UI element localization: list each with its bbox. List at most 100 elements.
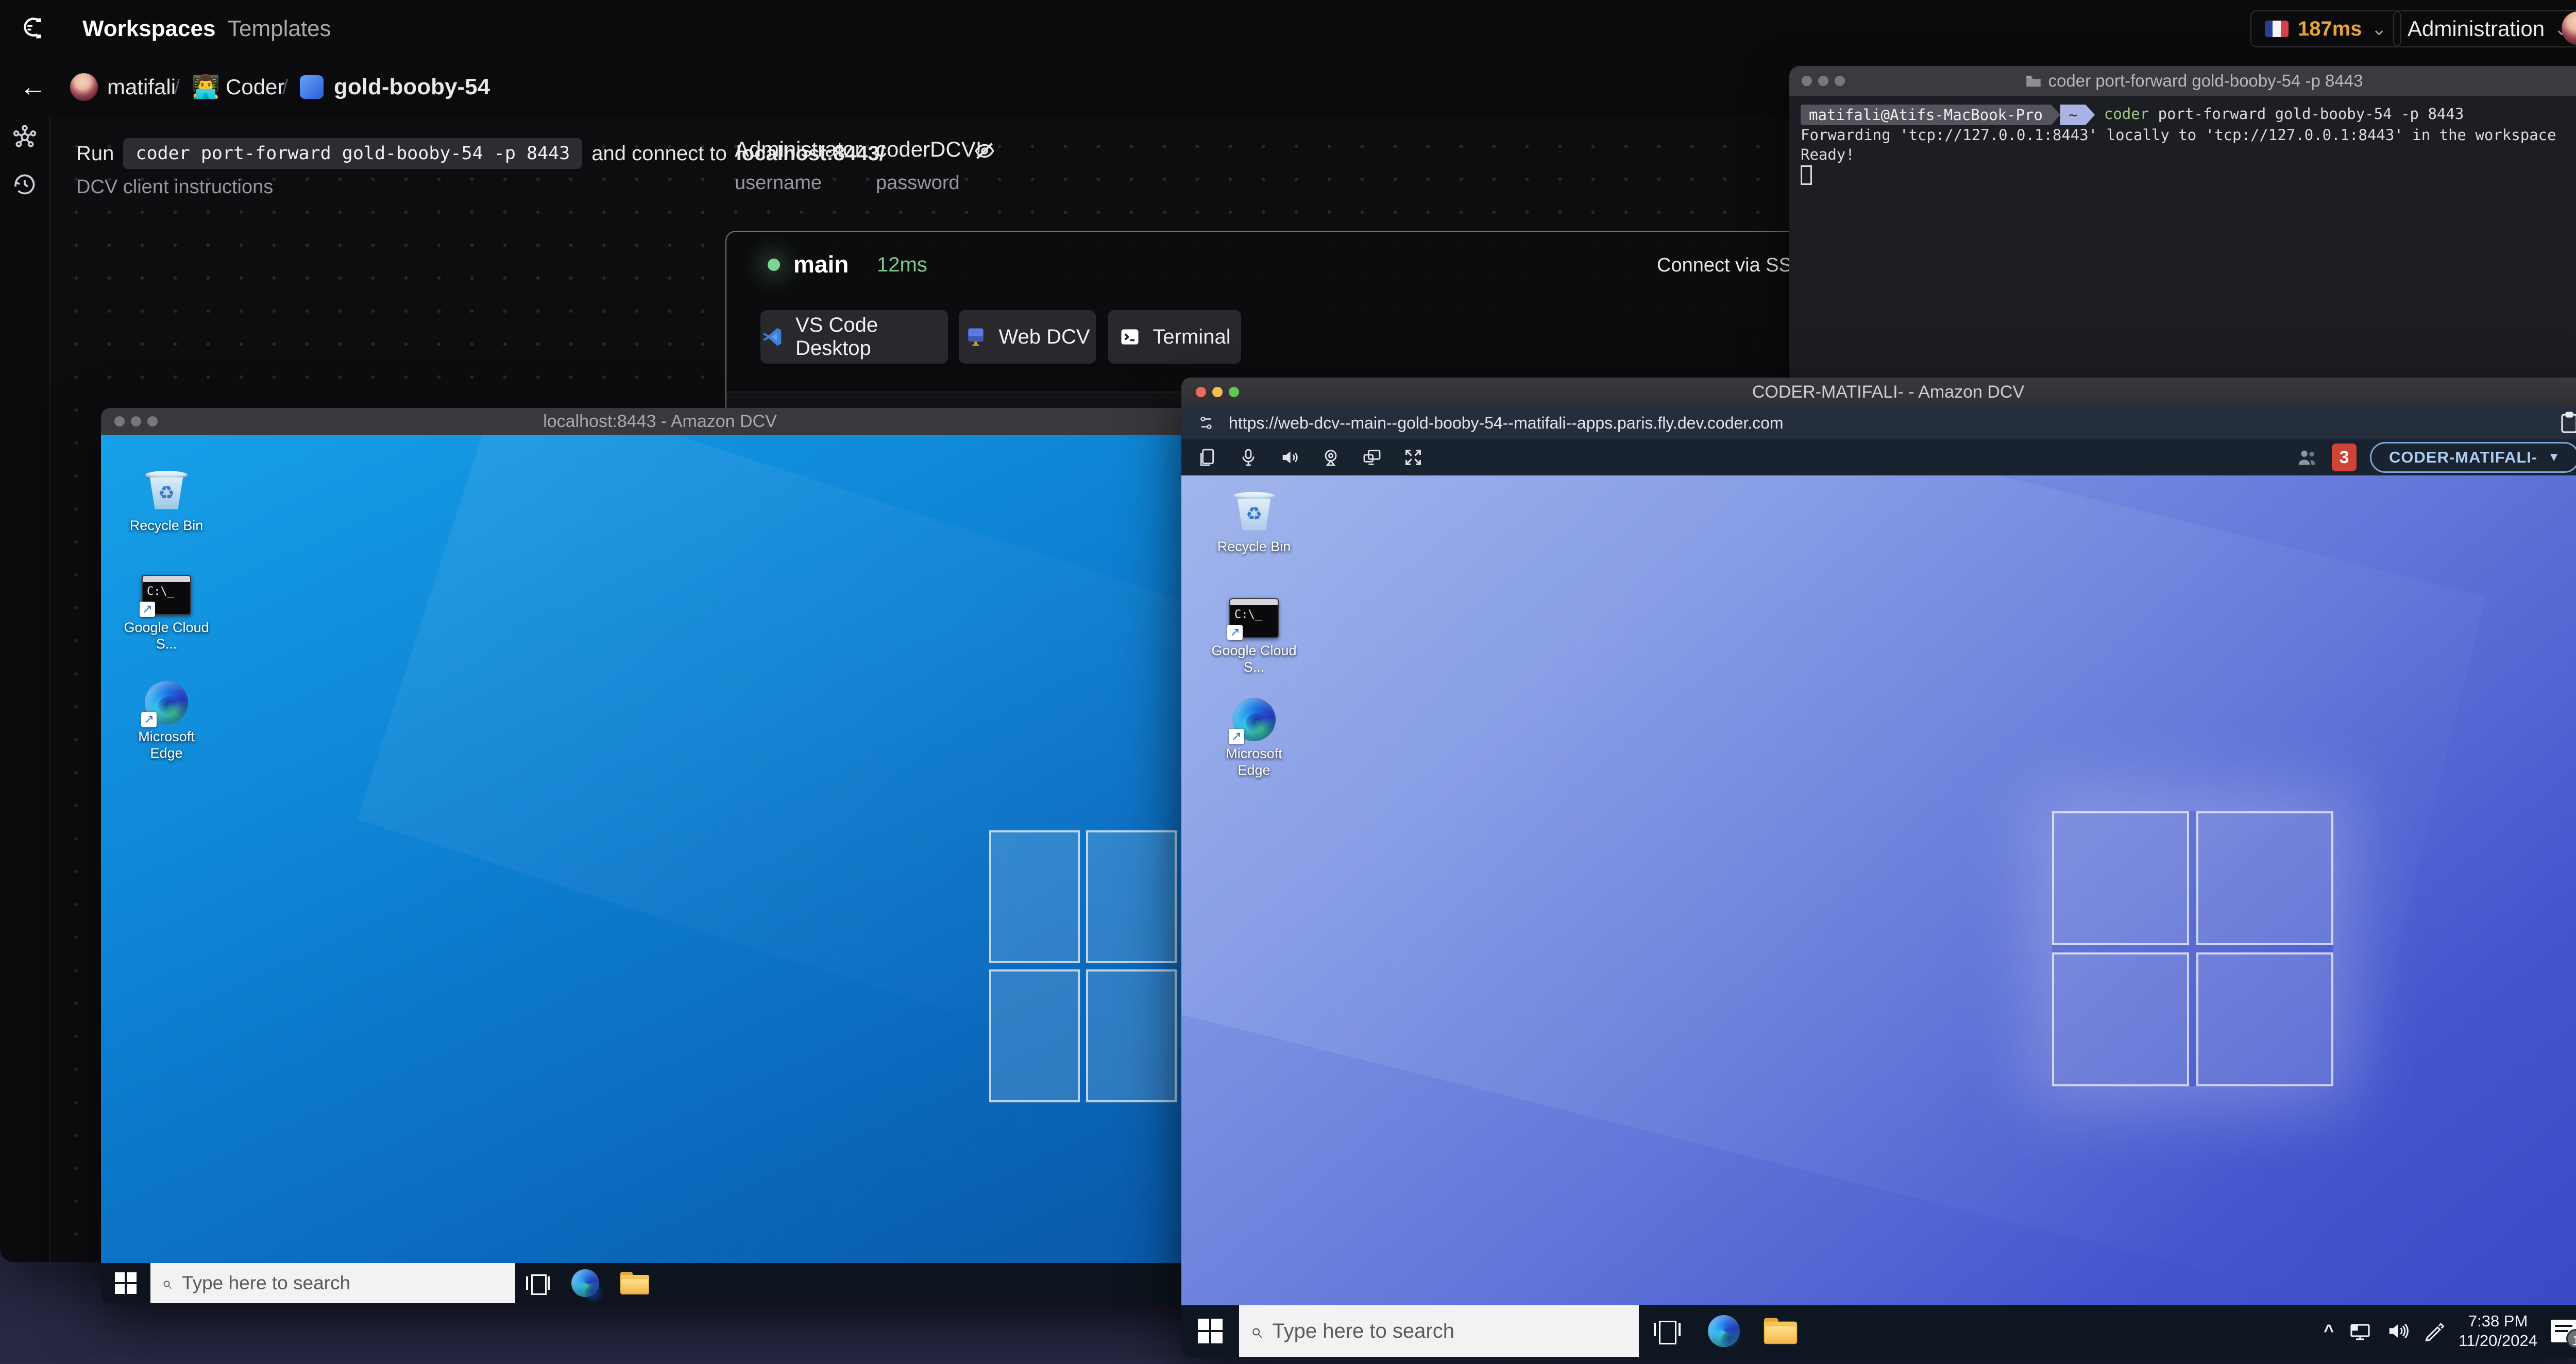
agent-name: main [793,251,849,278]
minimize-button[interactable] [1818,76,1828,86]
recycle-bin-icon: ♻ [144,469,189,513]
breadcrumb-separator: / [174,76,180,98]
breadcrumb-workspace[interactable]: gold-booby-54 [334,58,490,116]
breadcrumb-template[interactable]: Coder [226,58,284,116]
start-button[interactable] [101,1272,150,1294]
console-icon: C:\_ ↗ [140,575,191,617]
close-button[interactable] [1196,387,1206,397]
taskbar-search[interactable]: ⌕ Type here to search [150,1263,515,1303]
desktop-icon-microsoft-edge[interactable]: ↗ Microsoft Edge [123,681,210,761]
terminal-output-line: Ready! [1801,146,1855,163]
port-forward-command-chip[interactable]: coder port-forward gold-booby-54 -p 8443 [123,138,583,169]
connect-to-label: and connect to [591,142,727,165]
maximize-button[interactable] [1229,387,1239,397]
chevron-down-icon: ⌄ [2371,18,2387,39]
minimize-button[interactable] [1212,387,1223,397]
breadcrumb-user[interactable]: matifali [107,58,176,116]
tab-workspaces[interactable]: Workspaces [82,0,215,58]
terminal-content[interactable]: matifali@Atifs-MacBook-Pro ~ coder port-f… [1789,96,2568,193]
template-emoji-icon: 👨‍💻 [192,74,220,99]
tab-templates[interactable]: Templates [228,0,331,58]
shortcut-arrow-icon: ↗ [1229,729,1244,744]
dcv-url[interactable]: https://web-dcv--main--gold-booby-54--ma… [1229,414,1784,433]
folder-icon [620,1272,649,1294]
breadcrumb-separator: / [282,76,289,98]
task-view-button[interactable] [1639,1319,1696,1344]
maximize-button[interactable] [147,416,158,427]
taskbar-search[interactable]: ⌕ Type here to search [1239,1305,1639,1357]
desktop-icon-recycle-bin[interactable]: ♻ Recycle Bin [1210,490,1298,555]
desktop-icon-microsoft-edge[interactable]: ↗ Microsoft Edge [1210,698,1298,778]
terminal-button[interactable]: Terminal [1108,310,1241,364]
pen-icon[interactable] [2422,1320,2445,1342]
dcv-titlebar[interactable]: CODER-MATIFALI- - Amazon DCV [1181,378,2576,406]
icon-label: Microsoft Edge [138,729,195,761]
collaborators-icon[interactable] [2296,447,2318,468]
taskbar-edge-button[interactable] [1696,1315,1752,1349]
terminal-titlebar[interactable]: coder port-forward gold-booby-54 -p 8443 [1789,66,2576,96]
edge-icon [571,1269,605,1303]
windows-list-icon[interactable] [1197,447,1217,468]
speaker-icon[interactable] [1279,447,1300,468]
agent-latency: 12ms [877,253,927,276]
windows-desktop[interactable]: ♻ Recycle Bin C:\_ ↗ Google Cloud S... ↗… [1181,475,2576,1305]
terminal-icon [1118,326,1141,348]
icon-label: Recycle Bin [1217,539,1291,554]
web-dcv-button[interactable]: Web DCV [959,310,1096,364]
dcv-window-title: CODER-MATIFALI- - Amazon DCV [1752,382,2025,402]
dcv-client-instructions-link[interactable]: DCV client instructions [76,176,273,198]
desktop-icon-recycle-bin[interactable]: ♻ Recycle Bin [123,469,210,534]
volume-icon[interactable] [2385,1320,2409,1342]
folder-icon [1764,1318,1798,1344]
history-icon[interactable] [10,170,39,199]
resources-topology-icon[interactable] [10,123,39,151]
terminal-prompt-line: matifali@Atifs-MacBook-Pro ~ coder port-f… [1801,104,2556,125]
web-dcv-label: Web DCV [998,325,1090,348]
password-label: password [876,172,960,194]
fullscreen-icon[interactable] [1403,447,1423,468]
dropdown-arrow-icon: ▼ [2548,450,2561,464]
start-button[interactable] [1181,1319,1239,1343]
workspace-icon [300,75,324,99]
clipboard-icon[interactable] [2559,412,2576,434]
displays-icon[interactable] [1362,447,1382,468]
taskbar-edge-button[interactable] [561,1269,610,1303]
connection-settings-icon[interactable] [1197,414,1215,432]
latency-pill[interactable]: 187ms ⌄ [2250,10,2401,47]
windows-start-icon [1198,1319,1223,1343]
taskbar-clock[interactable]: 7:38 PM 11/20/2024 [2459,1311,2537,1351]
coder-logo-icon[interactable] [18,13,47,43]
tray-expand-chevron[interactable]: ^ [2324,1321,2334,1341]
screen: Workspaces Templates 187ms ⌄ Administrat… [0,0,2576,1364]
folder-icon [2026,76,2041,87]
console-icon: C:\_ ↗ [1227,598,1279,640]
desktop-icon-google-cloud[interactable]: C:\_ ↗ Google Cloud S... [123,575,210,652]
windows-taskbar: ⌕ Type here to search ^ 7:38 PM 11/20/20… [1181,1305,2576,1357]
shortcut-arrow-icon: ↗ [140,602,155,617]
connections-badge: 3 [2332,444,2357,471]
action-center-button[interactable]: 1 [2551,1320,2576,1349]
back-arrow-icon[interactable]: ← [20,58,46,116]
task-view-button[interactable] [515,1272,561,1295]
microphone-icon[interactable] [1238,447,1259,468]
file-explorer-button[interactable] [1752,1318,1809,1344]
close-button[interactable] [114,416,125,427]
minimize-button[interactable] [131,416,141,427]
session-name: CODER-MATIFALI- [2389,448,2538,466]
command-args: port-forward gold-booby-54 -p 8443 [2149,105,2464,123]
dcv-localhost-titlebar[interactable]: localhost:8443 - Amazon DCV [101,408,1219,435]
file-explorer-button[interactable] [610,1272,659,1294]
vscode-desktop-button[interactable]: VS Code Desktop [760,310,948,364]
close-button[interactable] [1802,76,1812,86]
web-dcv-icon [964,326,987,348]
session-menu-button[interactable]: CODER-MATIFALI- ▼ [2370,442,2576,473]
windows-desktop[interactable]: ♻ Recycle Bin C:\_ ↗ Google Cloud S... ↗… [101,435,1219,1263]
eye-off-icon[interactable] [972,138,997,164]
maximize-button[interactable] [1835,76,1845,86]
breadcrumb-user-avatar[interactable] [70,73,98,101]
terminal-output-line: Forwarding 'tcp://127.0.0.1:8443' locall… [1801,126,2556,144]
network-icon[interactable] [2347,1320,2372,1342]
webcam-icon[interactable] [1320,447,1341,468]
desktop-icon-google-cloud[interactable]: C:\_ ↗ Google Cloud S... [1210,598,1298,675]
administration-menu[interactable]: Administration ⌄ [2393,10,2576,47]
